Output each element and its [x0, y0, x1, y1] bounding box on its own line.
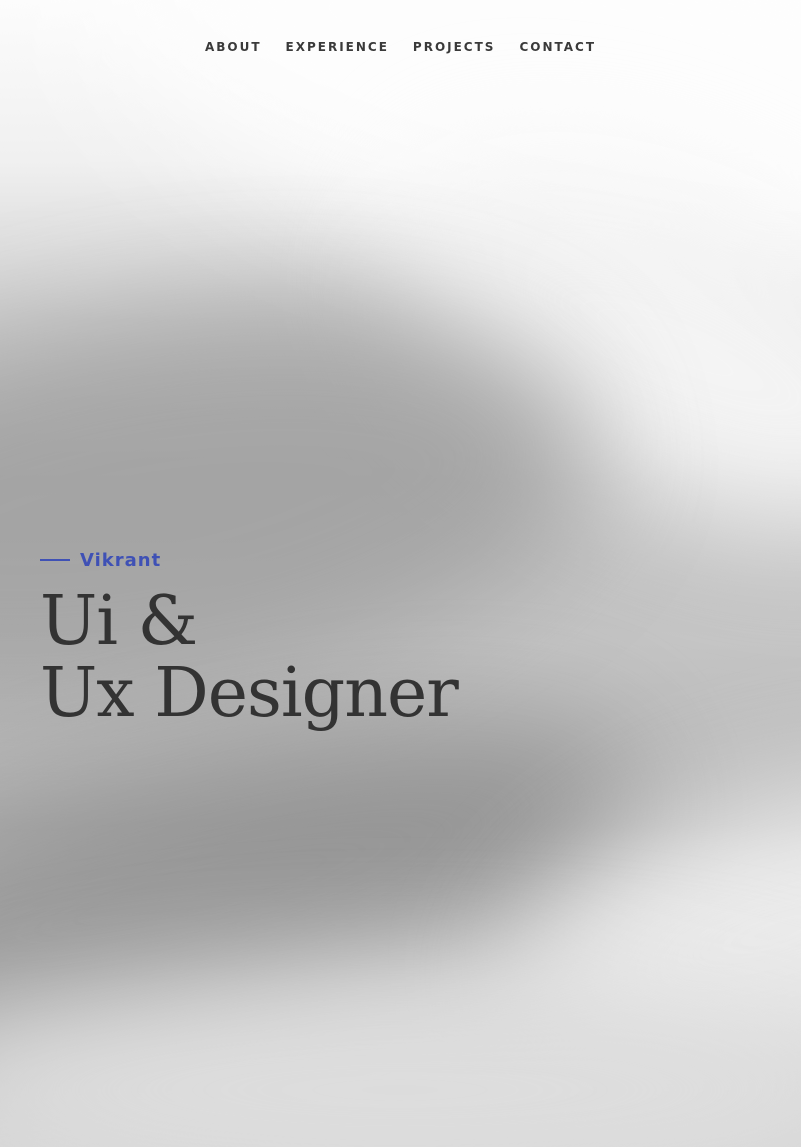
background-fade — [0, 980, 801, 1147]
main-nav: ABOUT EXPERIENCE PROJECTS CONTACT — [0, 36, 801, 55]
nav-item-contact: CONTACT — [519, 36, 596, 55]
hero-section: Vikrant Ui & Ux Designer — [40, 548, 459, 733]
nav-link-about[interactable]: ABOUT — [205, 40, 262, 54]
nav-link-contact[interactable]: CONTACT — [519, 40, 596, 54]
nav-item-about: ABOUT — [205, 36, 262, 55]
nav-item-experience: EXPERIENCE — [286, 36, 389, 55]
hero-eyebrow: Vikrant — [40, 548, 458, 572]
hero-name: Vikrant — [80, 549, 162, 571]
hero-title-line-1: Ui & — [40, 582, 198, 661]
nav-link-projects[interactable]: PROJECTS — [413, 40, 496, 54]
hero-title-line-2: Ux Designer — [40, 654, 459, 733]
nav-item-projects: PROJECTS — [413, 36, 496, 55]
hero-title: Ui & Ux Designer — [40, 582, 459, 733]
nav-link-experience[interactable]: EXPERIENCE — [286, 40, 389, 54]
accent-line — [40, 559, 70, 561]
